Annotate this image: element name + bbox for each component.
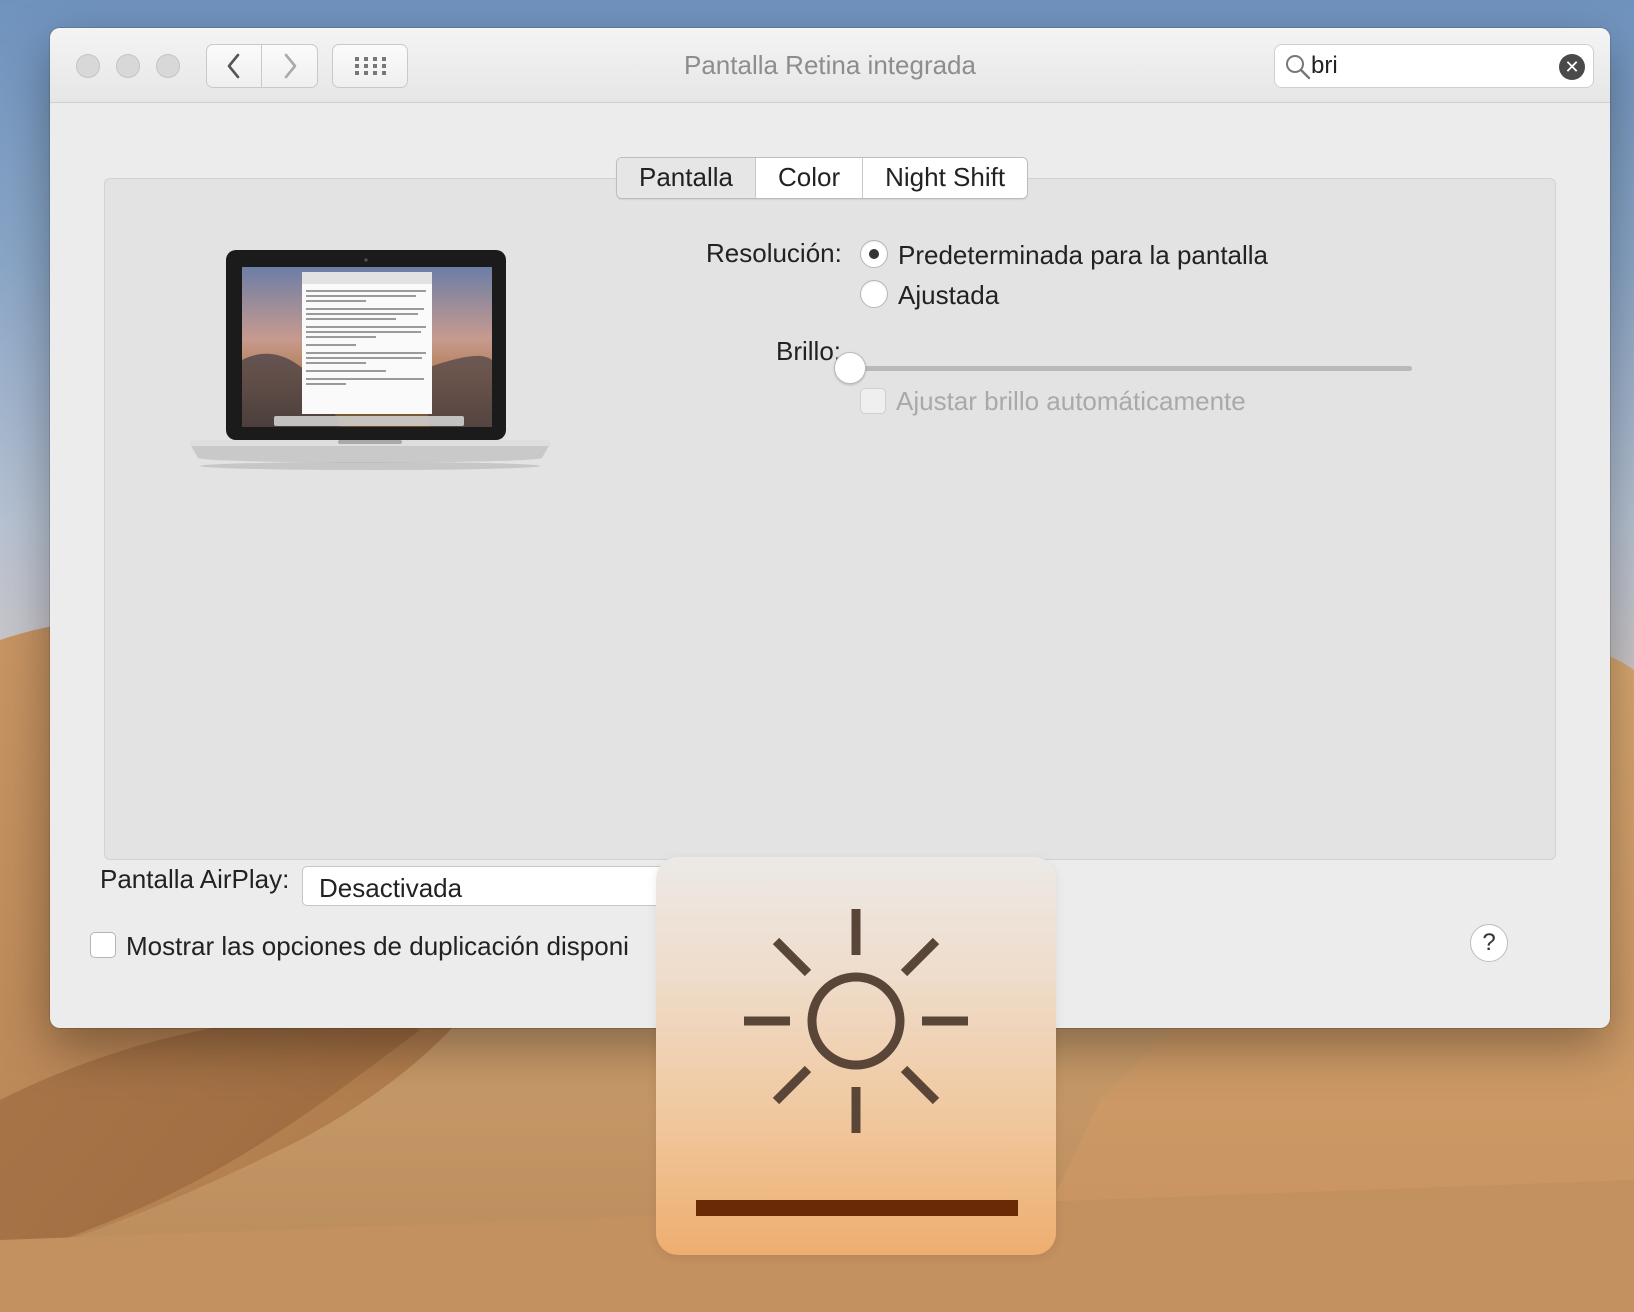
brightness-label: Brillo: xyxy=(776,336,842,366)
search-icon xyxy=(1286,55,1311,80)
auto-brightness-checkbox[interactable] xyxy=(860,388,886,414)
tab-bar: Pantalla Color Night Shift xyxy=(616,157,1029,199)
resolution-scaled-label[interactable]: Ajustada xyxy=(898,280,999,311)
mirroring-options-checkbox[interactable] xyxy=(90,932,116,958)
title-bar: Pantalla Retina integrada ✕ xyxy=(50,28,1610,103)
brightness-sun-icon xyxy=(744,909,968,1133)
brightness-slider-track[interactable] xyxy=(860,366,1412,371)
airplay-select-value: Desactivada xyxy=(319,873,463,903)
auto-brightness-label: Ajustar brillo automáticamente xyxy=(896,386,1246,416)
tab-night-shift[interactable]: Night Shift xyxy=(862,158,1028,198)
resolution-scaled-radio[interactable] xyxy=(860,280,888,308)
resolution-label: Resolución: xyxy=(706,238,842,268)
resolution-default-label[interactable]: Predeterminada para la pantalla xyxy=(898,240,1268,271)
help-button[interactable]: ? xyxy=(1470,924,1508,962)
brightness-level-bar xyxy=(696,1200,1018,1216)
airplay-label: Pantalla AirPlay: xyxy=(100,864,290,894)
search-field[interactable]: ✕ xyxy=(1274,44,1594,88)
clear-search-icon[interactable]: ✕ xyxy=(1559,54,1585,80)
macbook-display-image xyxy=(190,250,550,470)
brightness-slider-knob[interactable] xyxy=(834,352,866,384)
brightness-hud xyxy=(656,857,1056,1255)
tab-color[interactable]: Color xyxy=(754,158,863,198)
search-input[interactable] xyxy=(1311,51,1551,81)
tab-pantalla[interactable]: Pantalla xyxy=(617,158,755,198)
mirroring-options-label[interactable]: Mostrar las opciones de duplicación disp… xyxy=(126,931,629,962)
resolution-default-radio[interactable] xyxy=(860,240,888,268)
